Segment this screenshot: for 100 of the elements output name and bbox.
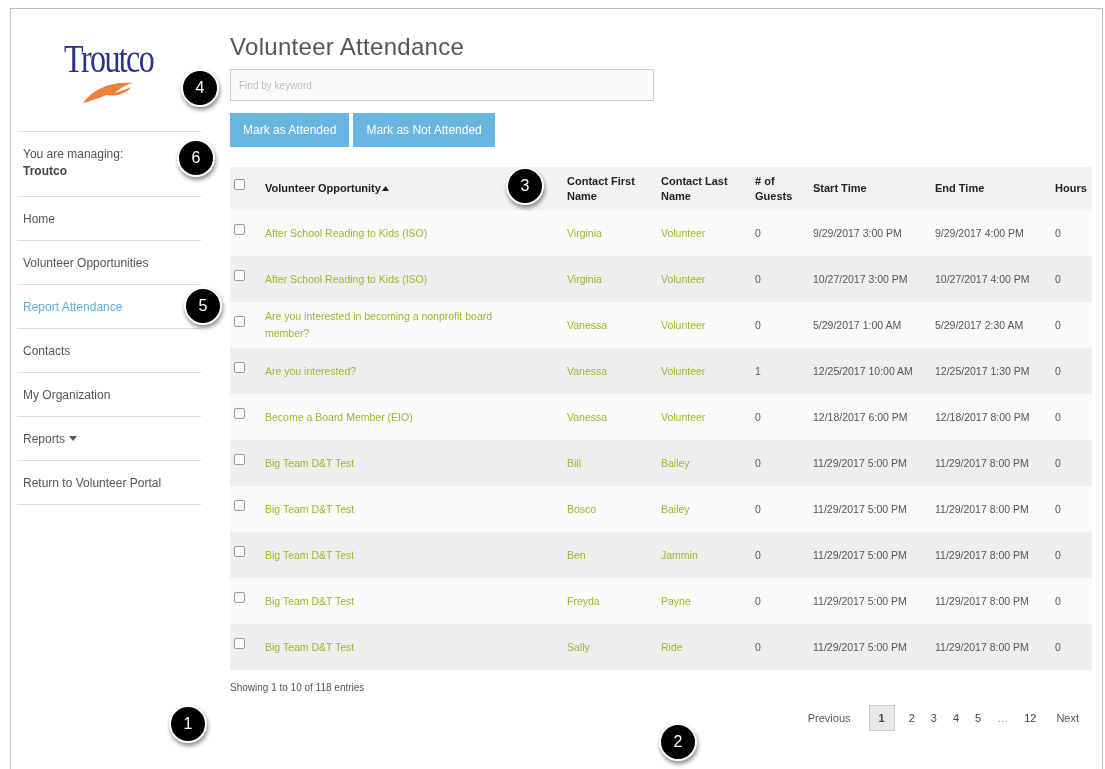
table-cell: 0 <box>1055 226 1061 239</box>
pagination-link[interactable]: Next <box>1044 705 1091 731</box>
table-cell: 5/29/2017 1:00 AM <box>813 318 902 331</box>
table-cell: 12/18/2017 6:00 PM <box>813 410 908 423</box>
opportunity-link[interactable]: Big Team D&T Test <box>265 546 355 564</box>
callout-number: 5 <box>184 287 222 325</box>
contact-link[interactable]: Bailey <box>661 500 690 518</box>
contact-link[interactable]: Volunteer <box>661 316 706 334</box>
contact-link[interactable]: Volunteer <box>661 362 706 380</box>
pagination-ellipsis: … <box>996 711 1010 726</box>
contact-link[interactable]: Payne <box>661 592 691 610</box>
table-cell: 0 <box>1055 456 1061 469</box>
table-cell: 11/29/2017 5:00 PM <box>813 594 907 607</box>
sidebar-item[interactable]: Reports <box>17 423 84 454</box>
opportunity-link[interactable]: Big Team D&T Test <box>265 500 355 518</box>
opportunity-link[interactable]: Are you interested? <box>265 362 357 380</box>
search-field[interactable]: Find by keyword <box>230 69 654 101</box>
row-checkbox[interactable] <box>234 591 245 603</box>
contact-link[interactable]: Bailey <box>661 454 690 472</box>
table-cell: 11/29/2017 8:00 PM <box>935 502 1029 515</box>
page-link[interactable]: 3 <box>922 705 945 731</box>
table-cell: 1 <box>755 364 761 377</box>
page-link[interactable]: 5 <box>967 705 990 731</box>
table-cell: 0 <box>755 594 761 607</box>
contact-link[interactable]: Vanessa <box>567 408 608 426</box>
pagination-link[interactable]: Previous <box>795 705 863 731</box>
callout-number: 4 <box>181 69 219 107</box>
contact-link[interactable]: Jammin <box>661 546 698 564</box>
row-checkbox[interactable] <box>234 637 245 649</box>
table-cell: 0 <box>755 456 761 469</box>
opportunity-link[interactable]: Big Team D&T Test <box>265 592 355 610</box>
table-cell: 12/25/2017 1:30 PM <box>935 364 1030 377</box>
row-checkbox[interactable] <box>234 269 245 281</box>
row-checkbox[interactable] <box>234 361 245 373</box>
row-checkbox[interactable] <box>234 453 245 465</box>
column-header[interactable]: Volunteer Opportunity <box>265 181 381 196</box>
mark-button[interactable]: Mark as Attended <box>230 113 350 147</box>
sidebar-item[interactable]: My Organization <box>17 379 117 410</box>
table-cell: 9/29/2017 4:00 PM <box>935 226 1024 239</box>
table-cell: 0 <box>1055 502 1061 515</box>
table-cell: 0 <box>755 410 761 423</box>
table-cell: 11/29/2017 5:00 PM <box>813 502 907 515</box>
entries-info: Showing 1 to 10 of 118 entries <box>230 682 366 693</box>
caret-icon <box>69 436 78 441</box>
contact-link[interactable]: Volunteer <box>661 408 706 426</box>
contact-link[interactable]: Bosco <box>567 500 597 518</box>
table-cell: 0 <box>1055 640 1061 653</box>
table-cell: 0 <box>1055 410 1061 423</box>
sort-ascending-icon[interactable] <box>381 186 389 191</box>
page-link[interactable]: 1 <box>868 705 895 731</box>
sidebar-item[interactable]: Volunteer Opportunities <box>17 247 155 278</box>
table-cell: 11/29/2017 8:00 PM <box>935 548 1029 561</box>
page-link[interactable]: 2 <box>900 705 923 731</box>
contact-link[interactable]: Ride <box>661 638 683 656</box>
opportunity-link[interactable]: Big Team D&T Test <box>265 638 355 656</box>
callout-number: 1 <box>169 705 207 743</box>
table-cell: 0 <box>1055 318 1061 331</box>
row-checkbox[interactable] <box>234 223 245 235</box>
managing-organization: Troutco <box>23 163 68 180</box>
callout-number: 6 <box>177 139 215 177</box>
row-checkbox[interactable] <box>234 499 245 511</box>
opportunity-link[interactable]: Become a Board Member (EIO) <box>265 408 413 426</box>
table-cell: 10/27/2017 3:00 PM <box>813 272 908 285</box>
table-cell: 9/29/2017 3:00 PM <box>813 226 902 239</box>
row-checkbox[interactable] <box>234 407 245 419</box>
sidebar-item[interactable]: Return to Volunteer Portal <box>17 467 168 498</box>
contact-link[interactable]: Vanessa <box>567 362 608 380</box>
table-cell: 0 <box>755 640 761 653</box>
table-cell: 11/29/2017 8:00 PM <box>935 640 1029 653</box>
row-checkbox[interactable] <box>234 315 245 327</box>
contact-link[interactable]: Virginia <box>567 224 602 242</box>
table-cell: 0 <box>755 226 761 239</box>
contact-link[interactable]: Volunteer <box>661 224 706 242</box>
contact-link[interactable]: Bill <box>567 454 581 472</box>
contact-link[interactable]: Volunteer <box>661 270 706 288</box>
page-link[interactable]: 12 <box>1016 705 1045 731</box>
table-cell: 0 <box>755 318 761 331</box>
table-cell: 11/29/2017 5:00 PM <box>813 456 907 469</box>
table-cell: 0 <box>755 548 761 561</box>
page-title: Volunteer Attendance <box>230 33 466 61</box>
select-all-checkbox[interactable] <box>234 179 245 190</box>
page-link[interactable]: 4 <box>944 705 967 731</box>
contact-link[interactable]: Vanessa <box>567 316 608 334</box>
opportunity-link[interactable]: Big Team D&T Test <box>265 454 355 472</box>
sidebar-item[interactable]: Contacts <box>17 335 77 366</box>
table-cell: 11/29/2017 8:00 PM <box>935 456 1029 469</box>
table-cell: 0 <box>1055 364 1061 377</box>
contact-link[interactable]: Ben <box>567 546 586 564</box>
table-cell: 11/29/2017 5:00 PM <box>813 640 907 653</box>
contact-link[interactable]: Virginia <box>567 270 602 288</box>
logo-wordmark: Troutco <box>64 39 154 79</box>
table-cell: 0 <box>1055 594 1061 607</box>
sidebar-item[interactable]: Report Attendance <box>17 291 129 322</box>
contact-link[interactable]: Freyda <box>567 592 600 610</box>
row-checkbox[interactable] <box>234 545 245 557</box>
managing-label: You are managing: <box>23 147 124 161</box>
contact-link[interactable]: Sally <box>567 638 590 656</box>
mark-button[interactable]: Mark as Not Attended <box>353 113 495 147</box>
sidebar-item[interactable]: Home <box>17 203 61 234</box>
table-cell: 12/18/2017 8:00 PM <box>935 410 1030 423</box>
